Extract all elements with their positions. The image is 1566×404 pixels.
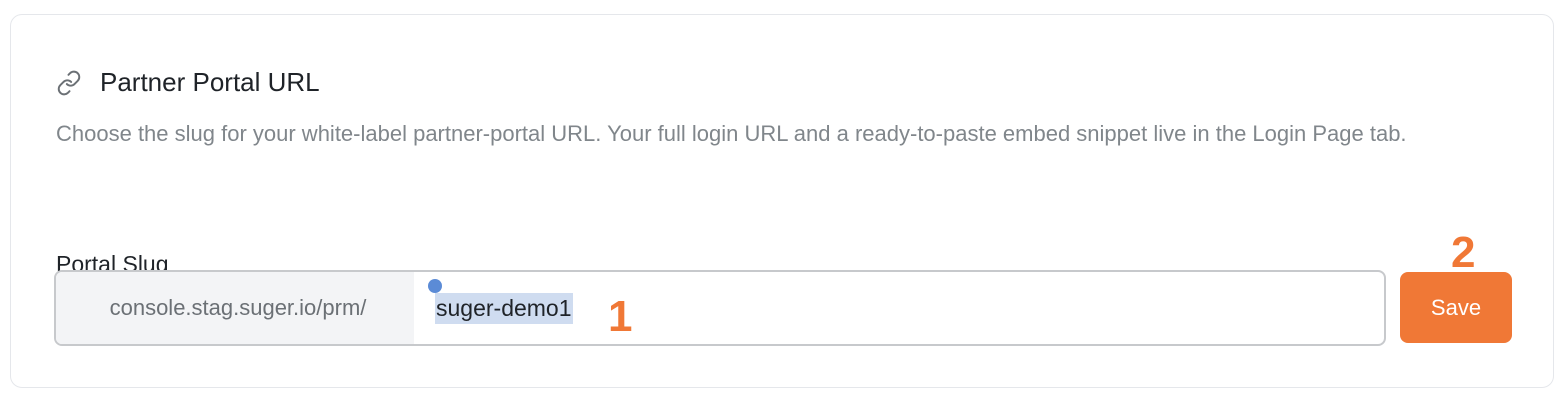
annotation-marker-2: 2 — [1451, 228, 1476, 277]
url-prefix: console.stag.suger.io/prm/ — [56, 272, 414, 344]
section-header: Partner Portal URL — [56, 67, 320, 98]
portal-slug-input[interactable]: suger-demo1 — [414, 272, 1384, 344]
section-title: Partner Portal URL — [100, 67, 320, 97]
partner-portal-url-card: Partner Portal URL Choose the slug for y… — [10, 14, 1554, 388]
selection-handle[interactable] — [428, 279, 442, 293]
save-button[interactable]: Save — [1400, 272, 1512, 343]
portal-slug-field: console.stag.suger.io/prm/ suger-demo1 — [54, 270, 1386, 346]
portal-slug-value: suger-demo1 — [435, 292, 573, 324]
annotation-marker-1: 1 — [608, 292, 633, 341]
section-description: Choose the slug for your white-label par… — [56, 121, 1407, 146]
link-icon — [56, 69, 84, 97]
